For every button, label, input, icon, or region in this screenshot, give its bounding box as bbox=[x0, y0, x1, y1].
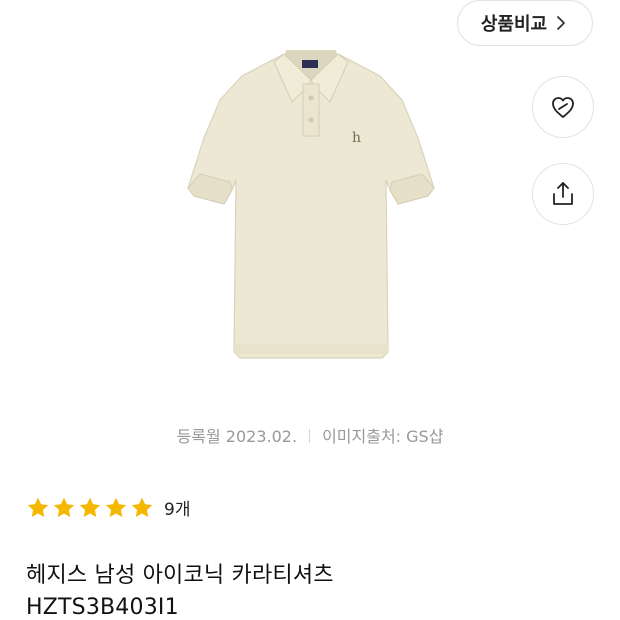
svg-text:h: h bbox=[352, 130, 361, 146]
star-icon bbox=[79, 497, 101, 517]
wishlist-button[interactable] bbox=[532, 76, 594, 138]
rating-row[interactable]: 9개 bbox=[26, 495, 190, 520]
compare-label: 상품비교 bbox=[480, 14, 548, 35]
share-upload-icon bbox=[553, 182, 573, 205]
product-model-code: HZTS3B403I1 bbox=[26, 595, 179, 620]
heart-link-icon bbox=[552, 97, 574, 118]
compare-button[interactable]: 상품비교 bbox=[457, 0, 593, 46]
meta-divider bbox=[309, 429, 311, 443]
star-icon bbox=[105, 497, 127, 517]
product-title: 헤지스 남성 아이코닉 카라티셔츠 bbox=[26, 563, 334, 588]
image-source: 이미지출처: GS샵 bbox=[322, 427, 444, 446]
star-icon bbox=[27, 497, 49, 517]
registered-month: 등록월 2023.02. bbox=[176, 427, 298, 446]
review-count: 9개 bbox=[164, 500, 191, 520]
product-detail-page: h 상품비교 등록월 2023.02. 이미지출처: GS샵 9개 헤지스 남성… bbox=[0, 0, 620, 620]
chevron-right-icon bbox=[557, 16, 566, 30]
star-icon bbox=[53, 497, 75, 517]
product-meta: 등록월 2023.02. 이미지출처: GS샵 bbox=[0, 423, 620, 447]
share-button[interactable] bbox=[532, 163, 594, 225]
star-icon bbox=[131, 497, 153, 517]
product-image: h bbox=[187, 50, 435, 359]
